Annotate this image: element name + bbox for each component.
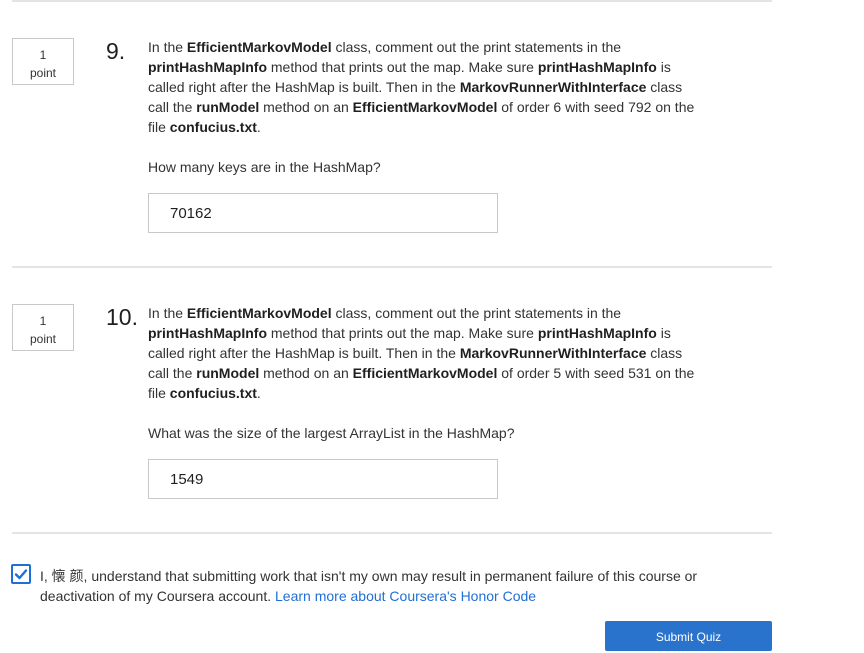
question-divider <box>12 266 772 268</box>
submit-quiz-button[interactable]: Submit Quiz <box>605 621 772 651</box>
points-box: 1 point <box>12 38 74 85</box>
question-divider <box>12 532 772 534</box>
question-text: In the EfficientMarkovModel class, comme… <box>148 39 695 135</box>
honor-code-statement: I, 懐 颜, understand that submitting work … <box>40 566 740 606</box>
question-number: 10. <box>106 304 138 330</box>
points-unit: point <box>29 66 57 80</box>
checkmark-icon <box>14 569 28 580</box>
answer-input[interactable] <box>148 459 498 499</box>
honor-code-link[interactable]: Learn more about Coursera's Honor Code <box>275 588 536 604</box>
answer-input[interactable] <box>148 193 498 233</box>
question-text: In the EfficientMarkovModel class, comme… <box>148 305 695 401</box>
top-divider <box>12 0 772 2</box>
question-number: 9. <box>106 38 126 64</box>
points-value: 1 <box>39 48 47 62</box>
question-prompt: What was the size of the largest ArrayLi… <box>148 425 515 441</box>
honor-code-checkbox[interactable] <box>11 564 31 584</box>
points-box: 1 point <box>12 304 74 351</box>
points-unit: point <box>29 332 57 346</box>
question-prompt: How many keys are in the HashMap? <box>148 159 381 175</box>
points-value: 1 <box>39 314 47 328</box>
